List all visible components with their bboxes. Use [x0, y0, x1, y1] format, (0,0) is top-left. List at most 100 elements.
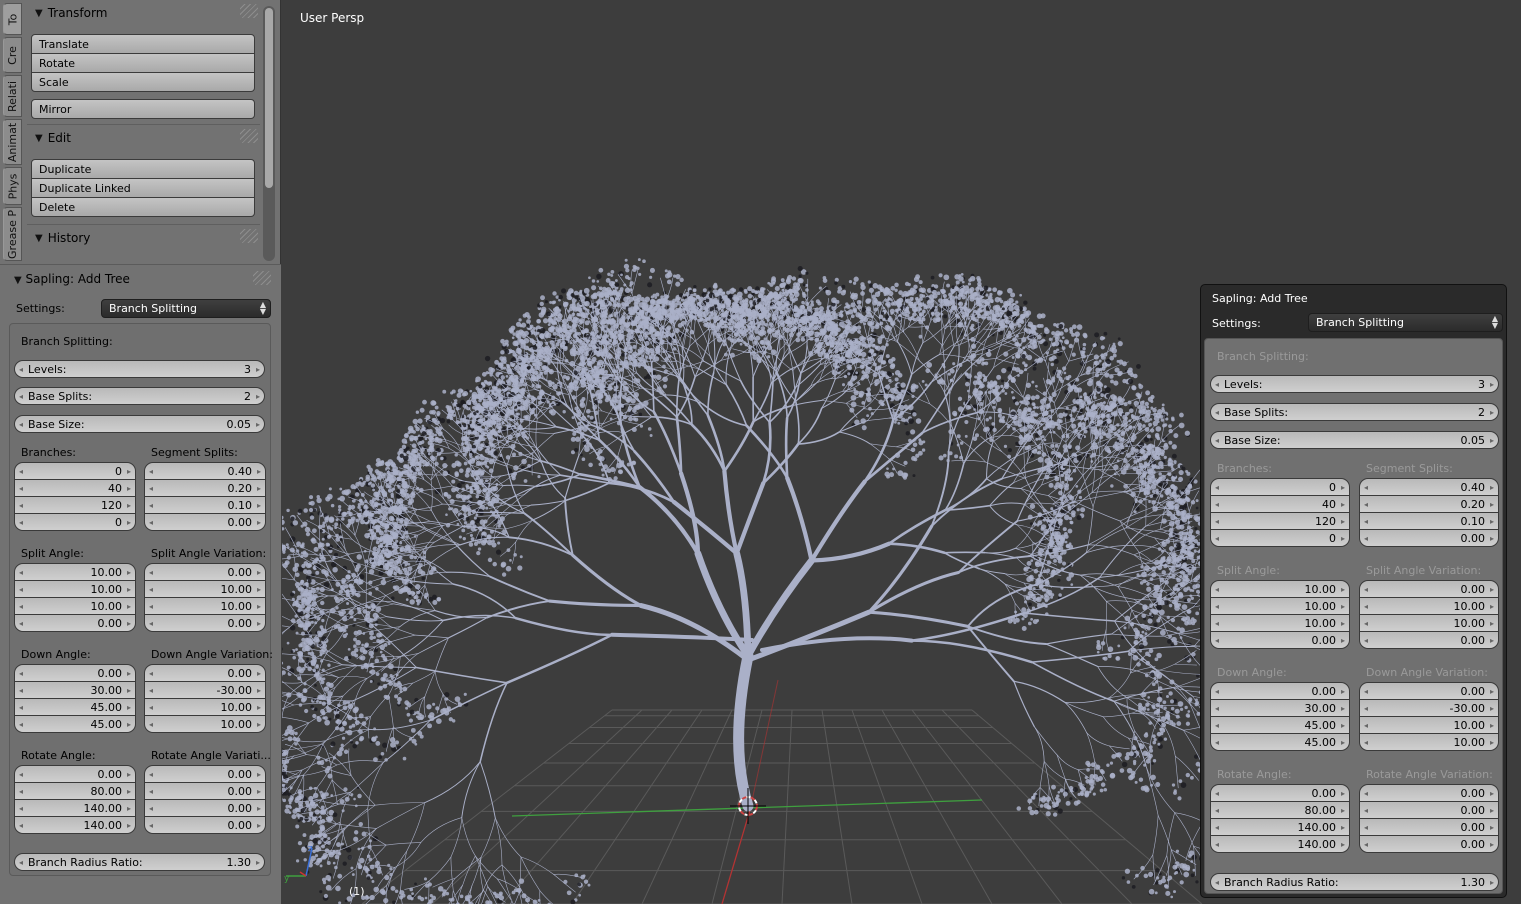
down-angle-field[interactable]: 45.00 — [14, 698, 136, 716]
scale-button[interactable]: Scale — [31, 72, 255, 92]
down-angle-variation-field[interactable]: 10.00 — [144, 715, 266, 733]
down-angle-variation-field[interactable]: 10.00 — [1359, 716, 1499, 734]
segment-splits-field[interactable]: 0.20 — [1359, 495, 1499, 513]
rotate-angle-field[interactable]: 80.00 — [14, 782, 136, 800]
split-angle-variation-field[interactable]: 0.00 — [144, 563, 266, 581]
split-angle-field[interactable]: 10.00 — [1210, 614, 1350, 632]
split-angle-variation-field[interactable]: 10.00 — [1359, 597, 1499, 615]
floating-base-size-field[interactable]: Base Size: 0.05 — [1210, 431, 1499, 449]
down-angle-field[interactable]: 45.00 — [1210, 733, 1350, 751]
duplicate-button[interactable]: Duplicate — [31, 159, 255, 179]
segment-splits-field[interactable]: 0.20 — [144, 479, 266, 497]
tab-create[interactable]: Cre — [3, 37, 22, 73]
down-angle-variation-field[interactable]: 0.00 — [1359, 682, 1499, 700]
split-angle-variation-field[interactable]: 0.00 — [1359, 580, 1499, 598]
down-angle-variation-field[interactable]: 10.00 — [144, 698, 266, 716]
down-angle-field[interactable]: 30.00 — [1210, 699, 1350, 717]
branches-field[interactable]: 0 — [1210, 478, 1350, 496]
branches-field[interactable]: 0 — [1210, 529, 1350, 547]
split-angle-variation-field[interactable]: 10.00 — [1359, 614, 1499, 632]
duplicate-linked-button[interactable]: Duplicate Linked — [31, 178, 255, 198]
branches-field[interactable]: 40 — [14, 479, 136, 497]
tab-grease-pencil[interactable]: Grease P — [3, 207, 22, 261]
branches-field[interactable]: 0 — [14, 462, 136, 480]
branches-field[interactable]: 0 — [14, 513, 136, 531]
segment-splits-field[interactable]: 0.40 — [1359, 478, 1499, 496]
base-size-field[interactable]: Base Size: 0.05 — [14, 415, 265, 433]
branches-field[interactable]: 120 — [1210, 512, 1350, 530]
split-angle-variation-field[interactable]: 10.00 — [144, 580, 266, 598]
history-panel-header[interactable]: ▼ History — [27, 227, 260, 249]
rotate-angle-field[interactable]: 80.00 — [1210, 801, 1350, 819]
down-angle-field[interactable]: 30.00 — [14, 681, 136, 699]
transform-panel-header[interactable]: ▼ Transform — [27, 2, 260, 24]
split-angle-variation-field[interactable]: 10.00 — [144, 597, 266, 615]
rotate-angle-field[interactable]: 140.00 — [14, 816, 136, 834]
tab-animation[interactable]: Animat — [3, 119, 22, 165]
delete-button[interactable]: Delete — [31, 197, 255, 217]
floating-base-splits-field[interactable]: Base Splits: 2 — [1210, 403, 1499, 421]
rotate-angle-field[interactable]: 0.00 — [1210, 784, 1350, 802]
tab-tools[interactable]: To — [3, 3, 22, 35]
segment-splits-field[interactable]: 0.00 — [144, 513, 266, 531]
split-angle-field[interactable]: 10.00 — [1210, 597, 1350, 615]
down-angle-variation-field[interactable]: -30.00 — [1359, 699, 1499, 717]
down-angle-field[interactable]: 45.00 — [1210, 716, 1350, 734]
branches-field[interactable]: 120 — [14, 496, 136, 514]
drag-grip-icon[interactable] — [240, 229, 258, 243]
down-angle-variation-field[interactable]: 0.00 — [144, 664, 266, 682]
split-angle-variation-field[interactable]: 0.00 — [1359, 631, 1499, 649]
down-angle-field[interactable]: 0.00 — [14, 664, 136, 682]
rotate-angle-variation-field[interactable]: 0.00 — [1359, 801, 1499, 819]
operator-panel-header[interactable]: ▼ Sapling: Add Tree — [14, 272, 130, 286]
levels-value: 3 — [1478, 377, 1485, 391]
rotate-angle-variation-field[interactable]: 0.00 — [144, 799, 266, 817]
split-angle-field[interactable]: 10.00 — [1210, 580, 1350, 598]
split-angle-field[interactable]: 0.00 — [1210, 631, 1350, 649]
down-angle-variation-field[interactable]: -30.00 — [144, 681, 266, 699]
floating-levels-field[interactable]: Levels: 3 — [1210, 375, 1499, 393]
split-angle-field[interactable]: 0.00 — [14, 614, 136, 632]
floating-rotate-angle-column: 0.00 80.00 140.00 140.00 — [1210, 784, 1350, 853]
segment-splits-field[interactable]: 0.00 — [1359, 529, 1499, 547]
segment-splits-field[interactable]: 0.40 — [144, 462, 266, 480]
down-angle-variation-field[interactable]: 10.00 — [1359, 733, 1499, 751]
rotate-angle-field[interactable]: 140.00 — [1210, 818, 1350, 836]
rotate-angle-field[interactable]: 0.00 — [14, 765, 136, 783]
floating-settings-dropdown[interactable]: Branch Splitting ▲ ▼ — [1308, 313, 1503, 332]
drag-grip-icon[interactable] — [240, 4, 258, 18]
down-angle-field[interactable]: 0.00 — [1210, 682, 1350, 700]
drag-grip-icon[interactable] — [240, 129, 258, 143]
rotate-angle-variation-field[interactable]: 0.00 — [1359, 784, 1499, 802]
tool-shelf-scrollbar[interactable] — [263, 6, 275, 261]
levels-field[interactable]: Levels: 3 — [14, 360, 265, 378]
edit-panel-header[interactable]: ▼ Edit — [27, 127, 260, 149]
split-angle-variation-field[interactable]: 0.00 — [144, 614, 266, 632]
rotate-angle-variation-field[interactable]: 0.00 — [1359, 835, 1499, 853]
down-angle-field[interactable]: 45.00 — [14, 715, 136, 733]
3d-cursor-icon[interactable] — [730, 788, 766, 824]
rotate-button[interactable]: Rotate — [31, 53, 255, 73]
drag-grip-icon[interactable] — [253, 271, 271, 285]
branches-field[interactable]: 40 — [1210, 495, 1350, 513]
segment-splits-field[interactable]: 0.10 — [144, 496, 266, 514]
split-angle-field[interactable]: 10.00 — [14, 580, 136, 598]
split-angle-variation-column: 0.00 10.00 10.00 0.00 — [144, 563, 266, 632]
rotate-angle-variation-field[interactable]: 0.00 — [1359, 818, 1499, 836]
rotate-angle-variation-field[interactable]: 0.00 — [144, 816, 266, 834]
rotate-angle-variation-field[interactable]: 0.00 — [144, 765, 266, 783]
rotate-angle-variation-field[interactable]: 0.00 — [144, 782, 266, 800]
base-splits-field[interactable]: Base Splits: 2 — [14, 387, 265, 405]
branch-radius-ratio-field[interactable]: Branch Radius Ratio: 1.30 — [14, 853, 265, 871]
settings-dropdown[interactable]: Branch Splitting ▲ ▼ — [101, 299, 271, 318]
rotate-angle-field[interactable]: 140.00 — [14, 799, 136, 817]
split-angle-field[interactable]: 10.00 — [14, 563, 136, 581]
rotate-angle-field[interactable]: 140.00 — [1210, 835, 1350, 853]
tab-relations[interactable]: Relati — [3, 75, 22, 117]
tab-physics[interactable]: Phys — [3, 167, 22, 205]
translate-button[interactable]: Translate — [31, 34, 255, 54]
floating-branch-radius-ratio-field[interactable]: Branch Radius Ratio: 1.30 — [1210, 873, 1499, 891]
split-angle-field[interactable]: 10.00 — [14, 597, 136, 615]
segment-splits-field[interactable]: 0.10 — [1359, 512, 1499, 530]
mirror-button[interactable]: Mirror — [31, 99, 255, 119]
